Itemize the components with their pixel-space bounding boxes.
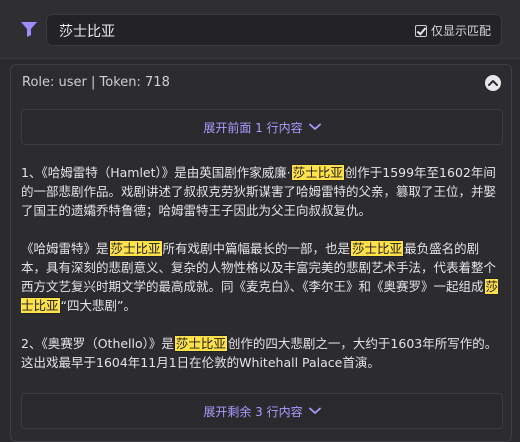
message-text: 《哈姆雷特》是 (21, 241, 109, 256)
expand-previous-label: 展开前面 1 行内容 (203, 120, 303, 135)
chevron-down-icon (308, 407, 321, 415)
message-meta: Role: user | Token: 718 (22, 75, 170, 90)
search-highlight: 莎士比亚 (173, 335, 228, 352)
message-paragraph: 1、《哈姆雷特（Hamlet）》是由英国剧作家威廉· 莎士比亚 创作于1599年至1… (21, 163, 499, 220)
search-highlight: 莎士比亚 (290, 164, 345, 181)
search-toolbar: 莎士比亚 仅显示匹配 (0, 0, 520, 59)
expand-remaining-label: 展开剩余 3 行内容 (203, 404, 303, 419)
chevron-up-icon[interactable] (485, 75, 501, 91)
only-match-toggle[interactable]: 仅显示匹配 (414, 22, 491, 39)
message-text: 所有戏剧中篇幅最长的一部，也是 (162, 241, 351, 256)
only-match-label: 仅显示匹配 (430, 24, 491, 38)
chevron-down-icon (308, 123, 321, 131)
message-paragraph: 2、《奥赛罗（Othello）》是 莎士比亚 创作的四大悲剧之一，大约于1603年所… (21, 334, 499, 372)
message-header: Role: user | Token: 718 (11, 65, 511, 101)
only-match-checkbox[interactable] (414, 24, 427, 37)
message-text: “四大悲剧”。 (60, 298, 136, 313)
search-highlight: 莎士比亚 (350, 240, 405, 257)
message-text: 2、《奥赛罗（Othello）》是 (21, 336, 174, 351)
message-content: 1、《哈姆雷特（Hamlet）》是由英国剧作家威廉· 莎士比亚 创作于1599年至1… (21, 163, 499, 391)
message-paragraph: 《哈姆雷特》是 莎士比亚 所有戏剧中篇幅最长的一部，也是 莎士比亚 最负盛名的剧本，具有… (21, 239, 499, 315)
expand-remaining-button[interactable]: 展开剩余 3 行内容 (21, 393, 503, 429)
search-value: 莎士比亚 (59, 24, 115, 40)
message-card: Role: user | Token: 718 展开前面 1 行内容 1、《哈姆… (10, 64, 512, 442)
filter-icon[interactable] (18, 18, 40, 40)
search-highlight: 莎士比亚 (108, 240, 163, 257)
message-text: 1、《哈姆雷特（Hamlet）》是由英国剧作家威廉· (21, 165, 291, 180)
search-input[interactable]: 莎士比亚 仅显示匹配 (46, 14, 502, 46)
expand-previous-button[interactable]: 展开前面 1 行内容 (21, 109, 503, 145)
